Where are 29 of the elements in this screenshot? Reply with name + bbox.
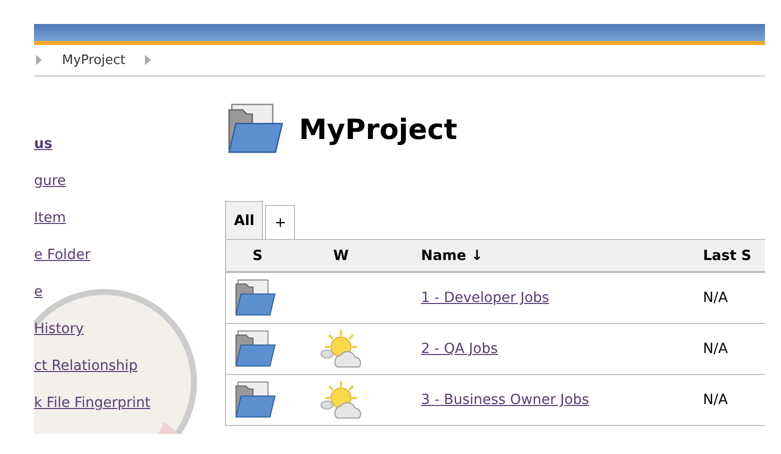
- job-link[interactable]: 3 - Business Owner Jobs: [421, 392, 590, 408]
- sidebar-link[interactable]: us: [34, 134, 225, 154]
- column-header[interactable]: Last S: [702, 240, 765, 272]
- sidebar-link[interactable]: Item: [34, 208, 225, 228]
- view-tab[interactable]: +: [265, 205, 296, 239]
- table-cell: N/A: [702, 272, 765, 324]
- column-header[interactable]: Name ↓: [421, 240, 702, 272]
- column-header[interactable]: W: [290, 240, 421, 272]
- chevron-icon: [145, 55, 152, 65]
- job-link[interactable]: 1 - Developer Jobs: [421, 290, 550, 306]
- column-header[interactable]: S: [226, 240, 290, 272]
- page-title: MyProject: [299, 112, 458, 146]
- sidebar-link[interactable]: ct Relationship: [34, 356, 225, 376]
- sidebar-link[interactable]: e: [34, 282, 225, 302]
- sidebar-link[interactable]: e Folder: [34, 245, 225, 265]
- job-link[interactable]: 2 - QA Jobs: [421, 341, 498, 357]
- view-tab[interactable]: All: [225, 201, 264, 239]
- table-cell: N/A: [702, 374, 765, 426]
- table-cell: N/A: [702, 324, 765, 374]
- breadcrumb-link[interactable]: MyProject: [62, 52, 126, 68]
- sidebar-link[interactable]: gure: [34, 171, 225, 191]
- sun-cloud-icon: [319, 380, 363, 420]
- folder-icon: [233, 380, 277, 420]
- sun-cloud-icon: [319, 329, 363, 369]
- folder-icon: [233, 329, 277, 369]
- chevron-icon: [36, 55, 42, 65]
- sidebar-link[interactable]: k File Fingerprint: [34, 393, 225, 413]
- sidebar-link[interactable]: History: [34, 319, 225, 339]
- folder-icon: [233, 278, 277, 318]
